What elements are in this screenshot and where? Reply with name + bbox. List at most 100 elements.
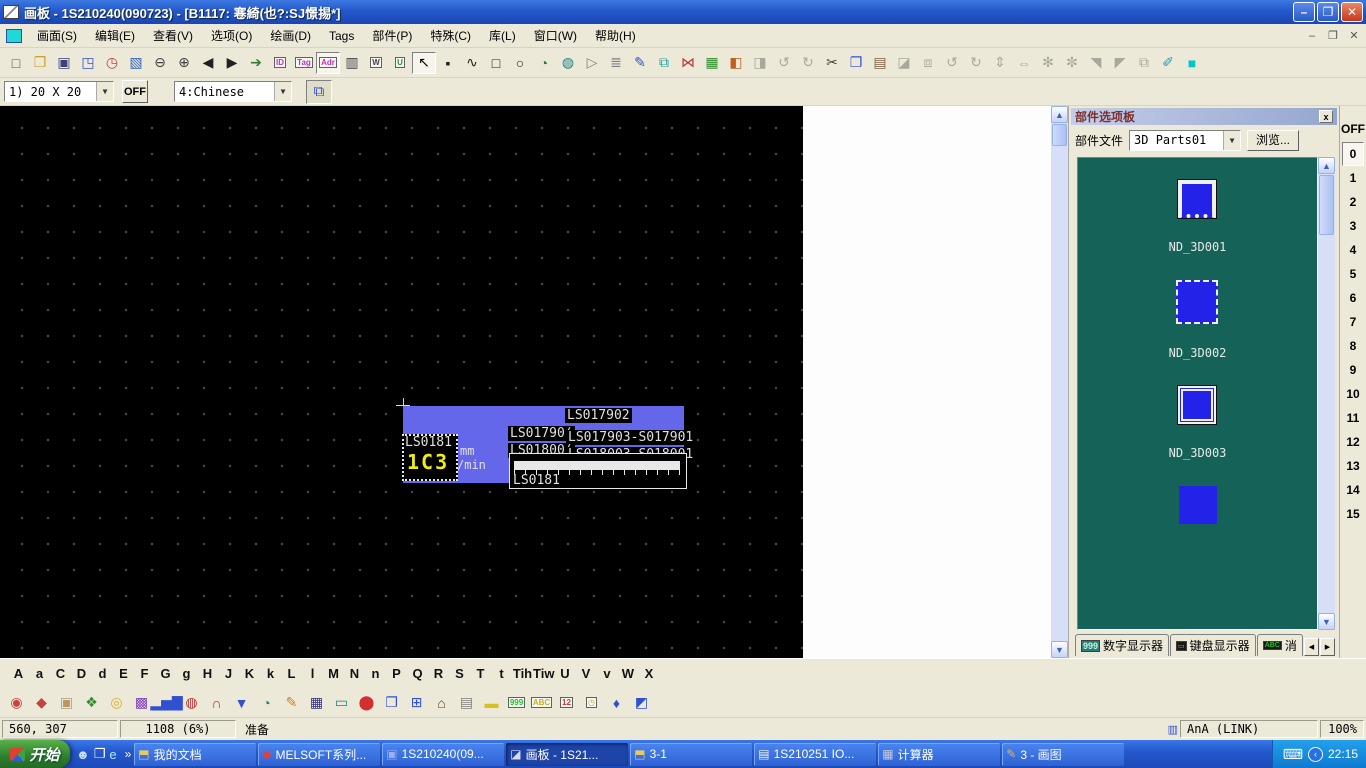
pattern-display-icon[interactable]: ▥ <box>340 52 364 74</box>
menu-item[interactable]: 帮助(H) <box>586 26 645 46</box>
copy-icon[interactable]: ❐ <box>844 52 868 74</box>
attribute-letter-button[interactable]: S <box>449 662 470 686</box>
dot-tool-icon[interactable]: ▪ <box>436 52 460 74</box>
part-item[interactable]: ND_3D001 <box>1169 180 1227 254</box>
scrollbar-thumb[interactable] <box>1052 124 1067 146</box>
building-jump-icon[interactable]: ⌂ <box>429 691 454 715</box>
state-number-button[interactable]: 3 <box>1342 214 1364 238</box>
quick-launch-chevron-icon[interactable]: » <box>123 747 134 761</box>
circle-tool-icon[interactable]: ○ <box>508 52 532 74</box>
bar-graph-icon[interactable]: ▂▅▇ <box>154 691 179 715</box>
mail-icon[interactable]: ❐ <box>94 746 106 762</box>
u-display-icon[interactable]: U <box>388 52 412 74</box>
parts-panel-titlebar[interactable]: 部件选项板 x <box>1071 108 1337 125</box>
numeric-display-object[interactable]: LS0181 1C3 <box>402 434 458 481</box>
chevron-down-icon[interactable]: ▼ <box>274 82 291 101</box>
ascii-display-icon[interactable]: ABC <box>529 691 554 715</box>
attribute-letter-button[interactable]: C <box>50 662 71 686</box>
state-number-button[interactable]: 10 <box>1342 382 1364 406</box>
scroll-down-icon[interactable]: ▼ <box>1051 641 1068 658</box>
attribute-letter-button[interactable]: Tih <box>512 662 533 686</box>
skew-left-icon[interactable]: ◥ <box>1084 52 1108 74</box>
mdi-close-button[interactable]: ✕ <box>1345 28 1363 44</box>
menu-item[interactable]: 查看(V) <box>144 26 202 46</box>
canvas-vertical-scrollbar[interactable]: ▲ ▼ <box>1051 106 1068 658</box>
language-select[interactable]: 4:Chinese ▼ <box>174 81 292 102</box>
parts-file-select[interactable]: 3D Parts01 ▼ <box>1129 130 1241 151</box>
date-display-icon[interactable]: 12 <box>554 691 579 715</box>
chart-window-icon[interactable]: ◩ <box>629 691 654 715</box>
eraser-icon[interactable]: ◪ <box>892 52 916 74</box>
chevron-down-icon[interactable]: ▼ <box>96 82 113 101</box>
attribute-letter-button[interactable]: E <box>113 662 134 686</box>
taskbar-button[interactable]: ◆ MELSOFT系列... <box>258 743 380 766</box>
taskbar-button[interactable]: ✎ 3 - 画图 <box>1002 743 1124 766</box>
taskbar-button[interactable]: ⬒ 我的文档 <box>134 743 256 766</box>
state-number-button[interactable]: 5 <box>1342 262 1364 286</box>
minimize-button[interactable]: – <box>1293 2 1315 22</box>
attribute-letter-button[interactable]: G <box>155 662 176 686</box>
scale-tool-icon[interactable]: ≣ <box>604 52 628 74</box>
start-button[interactable]: 开始 <box>0 740 70 768</box>
attribute-letter-button[interactable]: X <box>638 662 659 686</box>
state-number-button[interactable]: 6 <box>1342 286 1364 310</box>
attribute-letter-button[interactable]: F <box>134 662 155 686</box>
rectangle-tool-icon[interactable]: □ <box>484 52 508 74</box>
chevron-down-icon[interactable]: ▼ <box>1223 131 1240 150</box>
parts-category-tab[interactable]: ▭ 键盘显示器 <box>1170 634 1256 656</box>
lamp-object-label[interactable]: LS017902 <box>565 408 632 423</box>
table-jump-icon[interactable]: ⊞ <box>404 691 429 715</box>
skew-right-icon[interactable]: ◤ <box>1108 52 1132 74</box>
menu-item[interactable]: 窗口(W) <box>525 26 586 46</box>
menu-item[interactable]: 编辑(E) <box>86 26 144 46</box>
scrollbar-thumb[interactable] <box>1319 175 1334 235</box>
grid-off-button[interactable]: OFF <box>122 80 148 103</box>
paste-icon[interactable]: ▤ <box>868 52 892 74</box>
next-screen-icon[interactable]: ▶ <box>220 52 244 74</box>
polygon-select-icon[interactable]: ▷ <box>580 52 604 74</box>
screen-jump-icon[interactable]: ⧉ <box>306 80 332 104</box>
keypad-icon[interactable]: ▦ <box>304 691 329 715</box>
part-item[interactable]: ND_3D003 <box>1169 386 1227 460</box>
menu-item[interactable]: 画面(S) <box>28 26 86 46</box>
state-number-button[interactable]: 14 <box>1342 478 1364 502</box>
state-number-button[interactable]: 12 <box>1342 430 1364 454</box>
shape-parts-icon[interactable]: ♦ <box>604 691 629 715</box>
attribute-letter-button[interactable]: t <box>491 662 512 686</box>
part-item[interactable]: ND_3D002 <box>1169 280 1227 360</box>
small-doc-icon[interactable]: ▤ <box>454 691 479 715</box>
state-number-button[interactable]: 2 <box>1342 190 1364 214</box>
ruler-pen-icon[interactable]: ✎ <box>279 691 304 715</box>
switch-green-icon[interactable]: ❖ <box>79 691 104 715</box>
attribute-letter-button[interactable]: A <box>8 662 29 686</box>
parts-category-tab[interactable]: 999 数字显示器 <box>1075 634 1169 656</box>
push-button-diamond-icon[interactable]: ◆ <box>29 691 54 715</box>
rotate-cw-icon[interactable]: ↻ <box>964 52 988 74</box>
part-thumbnail[interactable] <box>1178 180 1216 218</box>
attribute-letter-button[interactable]: g <box>176 662 197 686</box>
scroll-up-icon[interactable]: ▲ <box>1318 157 1335 174</box>
tab-scroll-left-icon[interactable]: ◀ <box>1304 638 1319 656</box>
tray-circle-icon[interactable]: ‹ <box>1308 747 1323 762</box>
menu-item[interactable]: 部件(P) <box>363 26 421 46</box>
adr-display-icon[interactable]: Adr <box>316 52 340 74</box>
box-3d-gray-icon[interactable]: ◨ <box>748 52 772 74</box>
prev-screen-icon[interactable]: ◀ <box>196 52 220 74</box>
menu-item[interactable]: 特殊(C) <box>421 26 480 46</box>
messenger-icon[interactable]: ☻ <box>76 747 90 762</box>
attribute-letter-button[interactable]: V <box>575 662 596 686</box>
save-icon[interactable]: ▣ <box>52 52 76 74</box>
exit-editor-icon[interactable]: ➔ <box>244 52 268 74</box>
redo-icon[interactable]: ↻ <box>796 52 820 74</box>
part-item[interactable] <box>1179 486 1217 560</box>
ie-icon[interactable]: e <box>109 747 116 762</box>
state-number-button[interactable]: 15 <box>1342 502 1364 526</box>
gauge-meter-icon[interactable]: ◔ <box>254 691 279 715</box>
attribute-letter-button[interactable]: M <box>323 662 344 686</box>
magnet-meter-icon[interactable]: ∩ <box>204 691 229 715</box>
state-number-button[interactable]: 11 <box>1342 406 1364 430</box>
flip-horizontal-icon[interactable]: ⇔ <box>1012 52 1036 74</box>
copy-screen-icon[interactable]: ◳ <box>76 52 100 74</box>
tab-scroll-right-icon[interactable]: ▶ <box>1320 638 1335 656</box>
numeric-display-icon[interactable]: 999 <box>504 691 529 715</box>
